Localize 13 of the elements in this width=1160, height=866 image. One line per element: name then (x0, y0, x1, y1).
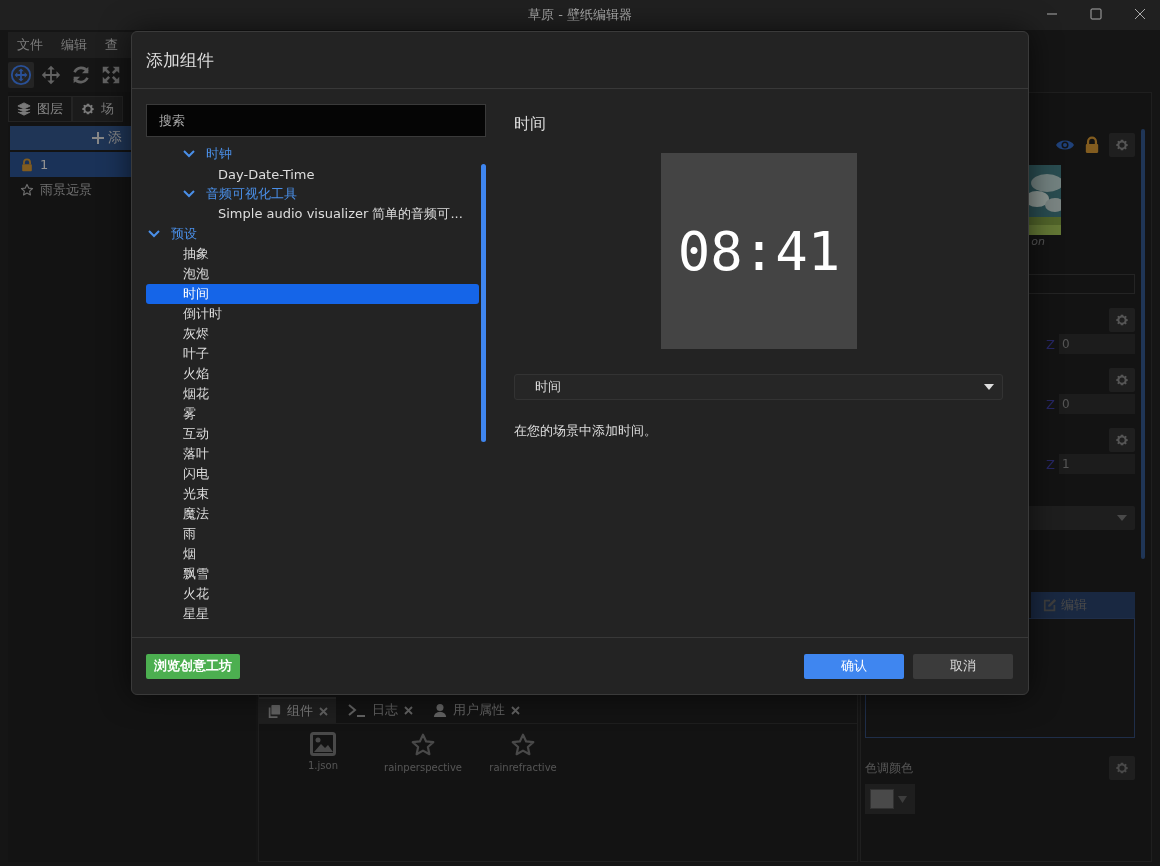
z-label: Z (1046, 396, 1055, 412)
asset-name: rainrefractive (489, 762, 557, 773)
description: 在您的场景中添加时间。 (514, 422, 658, 440)
thumbnail-caption: on (1031, 235, 1045, 248)
dialog-title: 添加组件 (146, 48, 214, 72)
z-label: Z (1046, 336, 1055, 352)
window-title: 草原 - 壁纸编辑器 (528, 6, 632, 24)
z-label: Z (1046, 456, 1055, 472)
preview-title: 时间 (514, 114, 547, 135)
asset-name: 1.json (308, 760, 338, 771)
asset-name: rainperspective (384, 762, 462, 773)
field-label: 色调颜色 (865, 759, 913, 777)
clock-preview: 08:41 (661, 153, 857, 349)
